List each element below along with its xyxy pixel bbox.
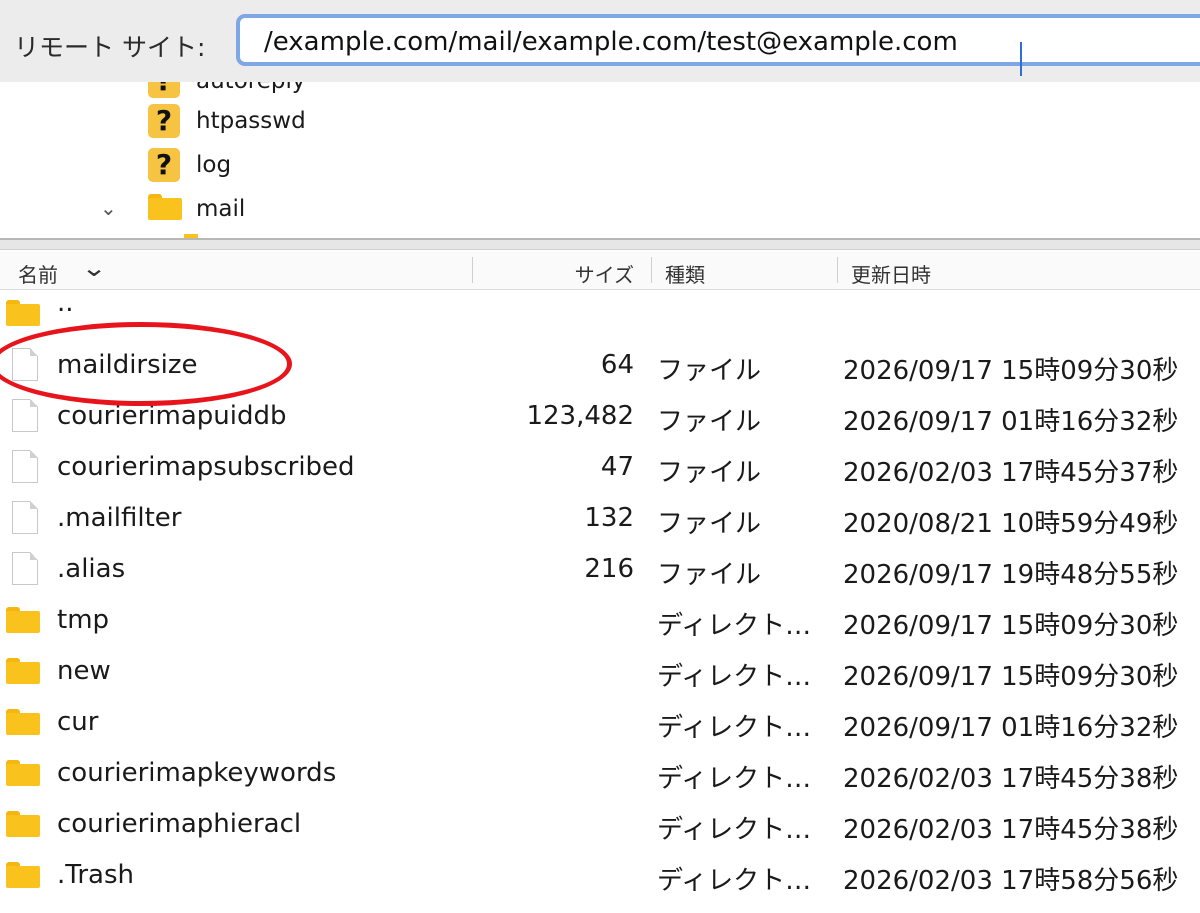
column-header-name[interactable]: 名前 bbox=[18, 259, 58, 288]
directory-tree: ? autoreply ? htpasswd ? log ⌄ mail bbox=[0, 82, 1200, 238]
file-type: ファイル bbox=[657, 458, 762, 488]
column-header-type[interactable]: 種類 bbox=[665, 259, 705, 288]
folder-icon bbox=[6, 862, 40, 888]
table-row[interactable]: cur ディレクト… 2026/09/17 01時16分32秒 bbox=[0, 699, 1200, 749]
column-separator[interactable] bbox=[472, 257, 473, 283]
file-modified: 2026/09/17 01時16分32秒 bbox=[843, 713, 1179, 743]
file-modified: 2026/02/03 17時45分38秒 bbox=[843, 764, 1179, 794]
file-name: .mailfilter bbox=[57, 503, 182, 533]
folder-icon bbox=[6, 658, 40, 684]
file-type: ディレクト… bbox=[657, 713, 812, 743]
file-type: ディレクト… bbox=[657, 866, 812, 896]
column-header-modified[interactable]: 更新日時 bbox=[851, 259, 931, 288]
remote-site-path-value[interactable]: /example.com/mail/example.com/test@examp… bbox=[264, 27, 958, 57]
file-type: ディレクト… bbox=[657, 764, 812, 794]
file-type: ディレクト… bbox=[657, 611, 812, 641]
file-name: .Trash bbox=[57, 860, 134, 890]
file-icon bbox=[12, 450, 38, 483]
pane-splitter[interactable] bbox=[0, 238, 1200, 250]
file-name: maildirsize bbox=[57, 350, 198, 380]
file-name: courierimapkeywords bbox=[57, 758, 337, 788]
tree-item-label: htpasswd bbox=[196, 108, 306, 134]
remote-site-bar: リモート サイト: /example.com/mail/example.com/… bbox=[0, 0, 1200, 82]
table-row[interactable]: courierimaphieracl ディレクト… 2026/02/03 17時… bbox=[0, 801, 1200, 851]
tree-item-label: mail bbox=[196, 196, 246, 222]
file-modified: 2026/09/17 01時16分32秒 bbox=[843, 407, 1179, 437]
file-icon bbox=[12, 501, 38, 534]
table-row[interactable]: .. bbox=[0, 290, 1200, 340]
question-icon: ? bbox=[148, 82, 180, 98]
file-type: ファイル bbox=[657, 356, 762, 386]
text-cursor bbox=[1020, 42, 1022, 76]
folder-icon bbox=[6, 300, 40, 326]
file-name: courierimapuiddb bbox=[57, 401, 287, 431]
column-separator[interactable] bbox=[651, 257, 652, 283]
chevron-down-icon[interactable]: ⌄ bbox=[100, 196, 117, 220]
table-row[interactable]: maildirsize 64 ファイル 2026/09/17 15時09分30秒 bbox=[0, 342, 1200, 392]
file-type: ファイル bbox=[657, 407, 762, 437]
file-modified: 2026/02/03 17時45分37秒 bbox=[843, 458, 1179, 488]
file-name: .alias bbox=[57, 554, 126, 584]
file-modified: 2026/09/17 15時09分30秒 bbox=[843, 611, 1179, 641]
table-row[interactable]: courierimapuiddb 123,482 ファイル 2026/09/17… bbox=[0, 393, 1200, 443]
remote-site-label: リモート サイト: bbox=[14, 33, 206, 62]
tree-item-label: autoreply bbox=[196, 82, 305, 94]
file-name: .. bbox=[57, 290, 74, 318]
column-separator[interactable] bbox=[837, 257, 838, 283]
table-row[interactable]: .mailfilter 132 ファイル 2020/08/21 10時59分49… bbox=[0, 495, 1200, 545]
file-type: ディレクト… bbox=[657, 662, 812, 692]
file-size: 123,482 bbox=[526, 401, 634, 431]
chevron-down-icon[interactable]: ⌄ bbox=[81, 254, 107, 282]
file-name: courierimaphieracl bbox=[57, 809, 302, 839]
file-type: ディレクト… bbox=[657, 815, 812, 845]
tree-item-label: log bbox=[196, 152, 232, 178]
file-icon bbox=[12, 552, 38, 585]
file-icon bbox=[12, 348, 38, 381]
folder-icon bbox=[6, 607, 40, 633]
file-name: courierimapsubscribed bbox=[57, 452, 355, 482]
table-row[interactable]: courierimapsubscribed 47 ファイル 2026/02/03… bbox=[0, 444, 1200, 494]
question-icon: ? bbox=[148, 148, 180, 182]
folder-icon bbox=[6, 760, 40, 786]
table-row[interactable]: new ディレクト… 2026/09/17 15時09分30秒 bbox=[0, 648, 1200, 698]
file-name: new bbox=[57, 656, 111, 686]
folder-icon bbox=[148, 194, 182, 220]
folder-icon bbox=[6, 811, 40, 837]
file-name: cur bbox=[57, 707, 99, 737]
file-size: 132 bbox=[584, 503, 634, 533]
file-list-header: 名前 ⌄ サイズ 種類 更新日時 bbox=[0, 251, 1200, 290]
file-icon bbox=[12, 399, 38, 432]
file-modified: 2026/02/03 17時58分56秒 bbox=[843, 866, 1179, 896]
column-header-size[interactable]: サイズ bbox=[575, 259, 634, 288]
file-type: ファイル bbox=[657, 509, 762, 539]
file-list: .. maildirsize 64 ファイル 2026/09/17 15時09分… bbox=[0, 290, 1200, 913]
file-modified: 2020/08/21 10時59分49秒 bbox=[843, 509, 1179, 539]
file-size: 47 bbox=[600, 452, 634, 482]
table-row[interactable]: .alias 216 ファイル 2026/09/17 19時48分55秒 bbox=[0, 546, 1200, 596]
file-name: tmp bbox=[57, 605, 110, 635]
table-row[interactable]: tmp ディレクト… 2026/09/17 15時09分30秒 bbox=[0, 597, 1200, 647]
folder-icon bbox=[6, 709, 40, 735]
file-size: 216 bbox=[584, 554, 634, 584]
file-modified: 2026/09/17 15時09分30秒 bbox=[843, 662, 1179, 692]
file-type: ファイル bbox=[657, 560, 762, 590]
file-modified: 2026/09/17 15時09分30秒 bbox=[843, 356, 1179, 386]
file-modified: 2026/09/17 19時48分55秒 bbox=[843, 560, 1179, 590]
table-row[interactable]: courierimapkeywords ディレクト… 2026/02/03 17… bbox=[0, 750, 1200, 800]
file-size: 64 bbox=[600, 350, 634, 380]
file-modified: 2026/02/03 17時45分38秒 bbox=[843, 815, 1179, 845]
question-icon: ? bbox=[148, 104, 180, 138]
remote-site-path-input[interactable]: /example.com/mail/example.com/test@examp… bbox=[236, 14, 1200, 76]
table-row[interactable]: .Trash ディレクト… 2026/02/03 17時58分56秒 bbox=[0, 852, 1200, 902]
